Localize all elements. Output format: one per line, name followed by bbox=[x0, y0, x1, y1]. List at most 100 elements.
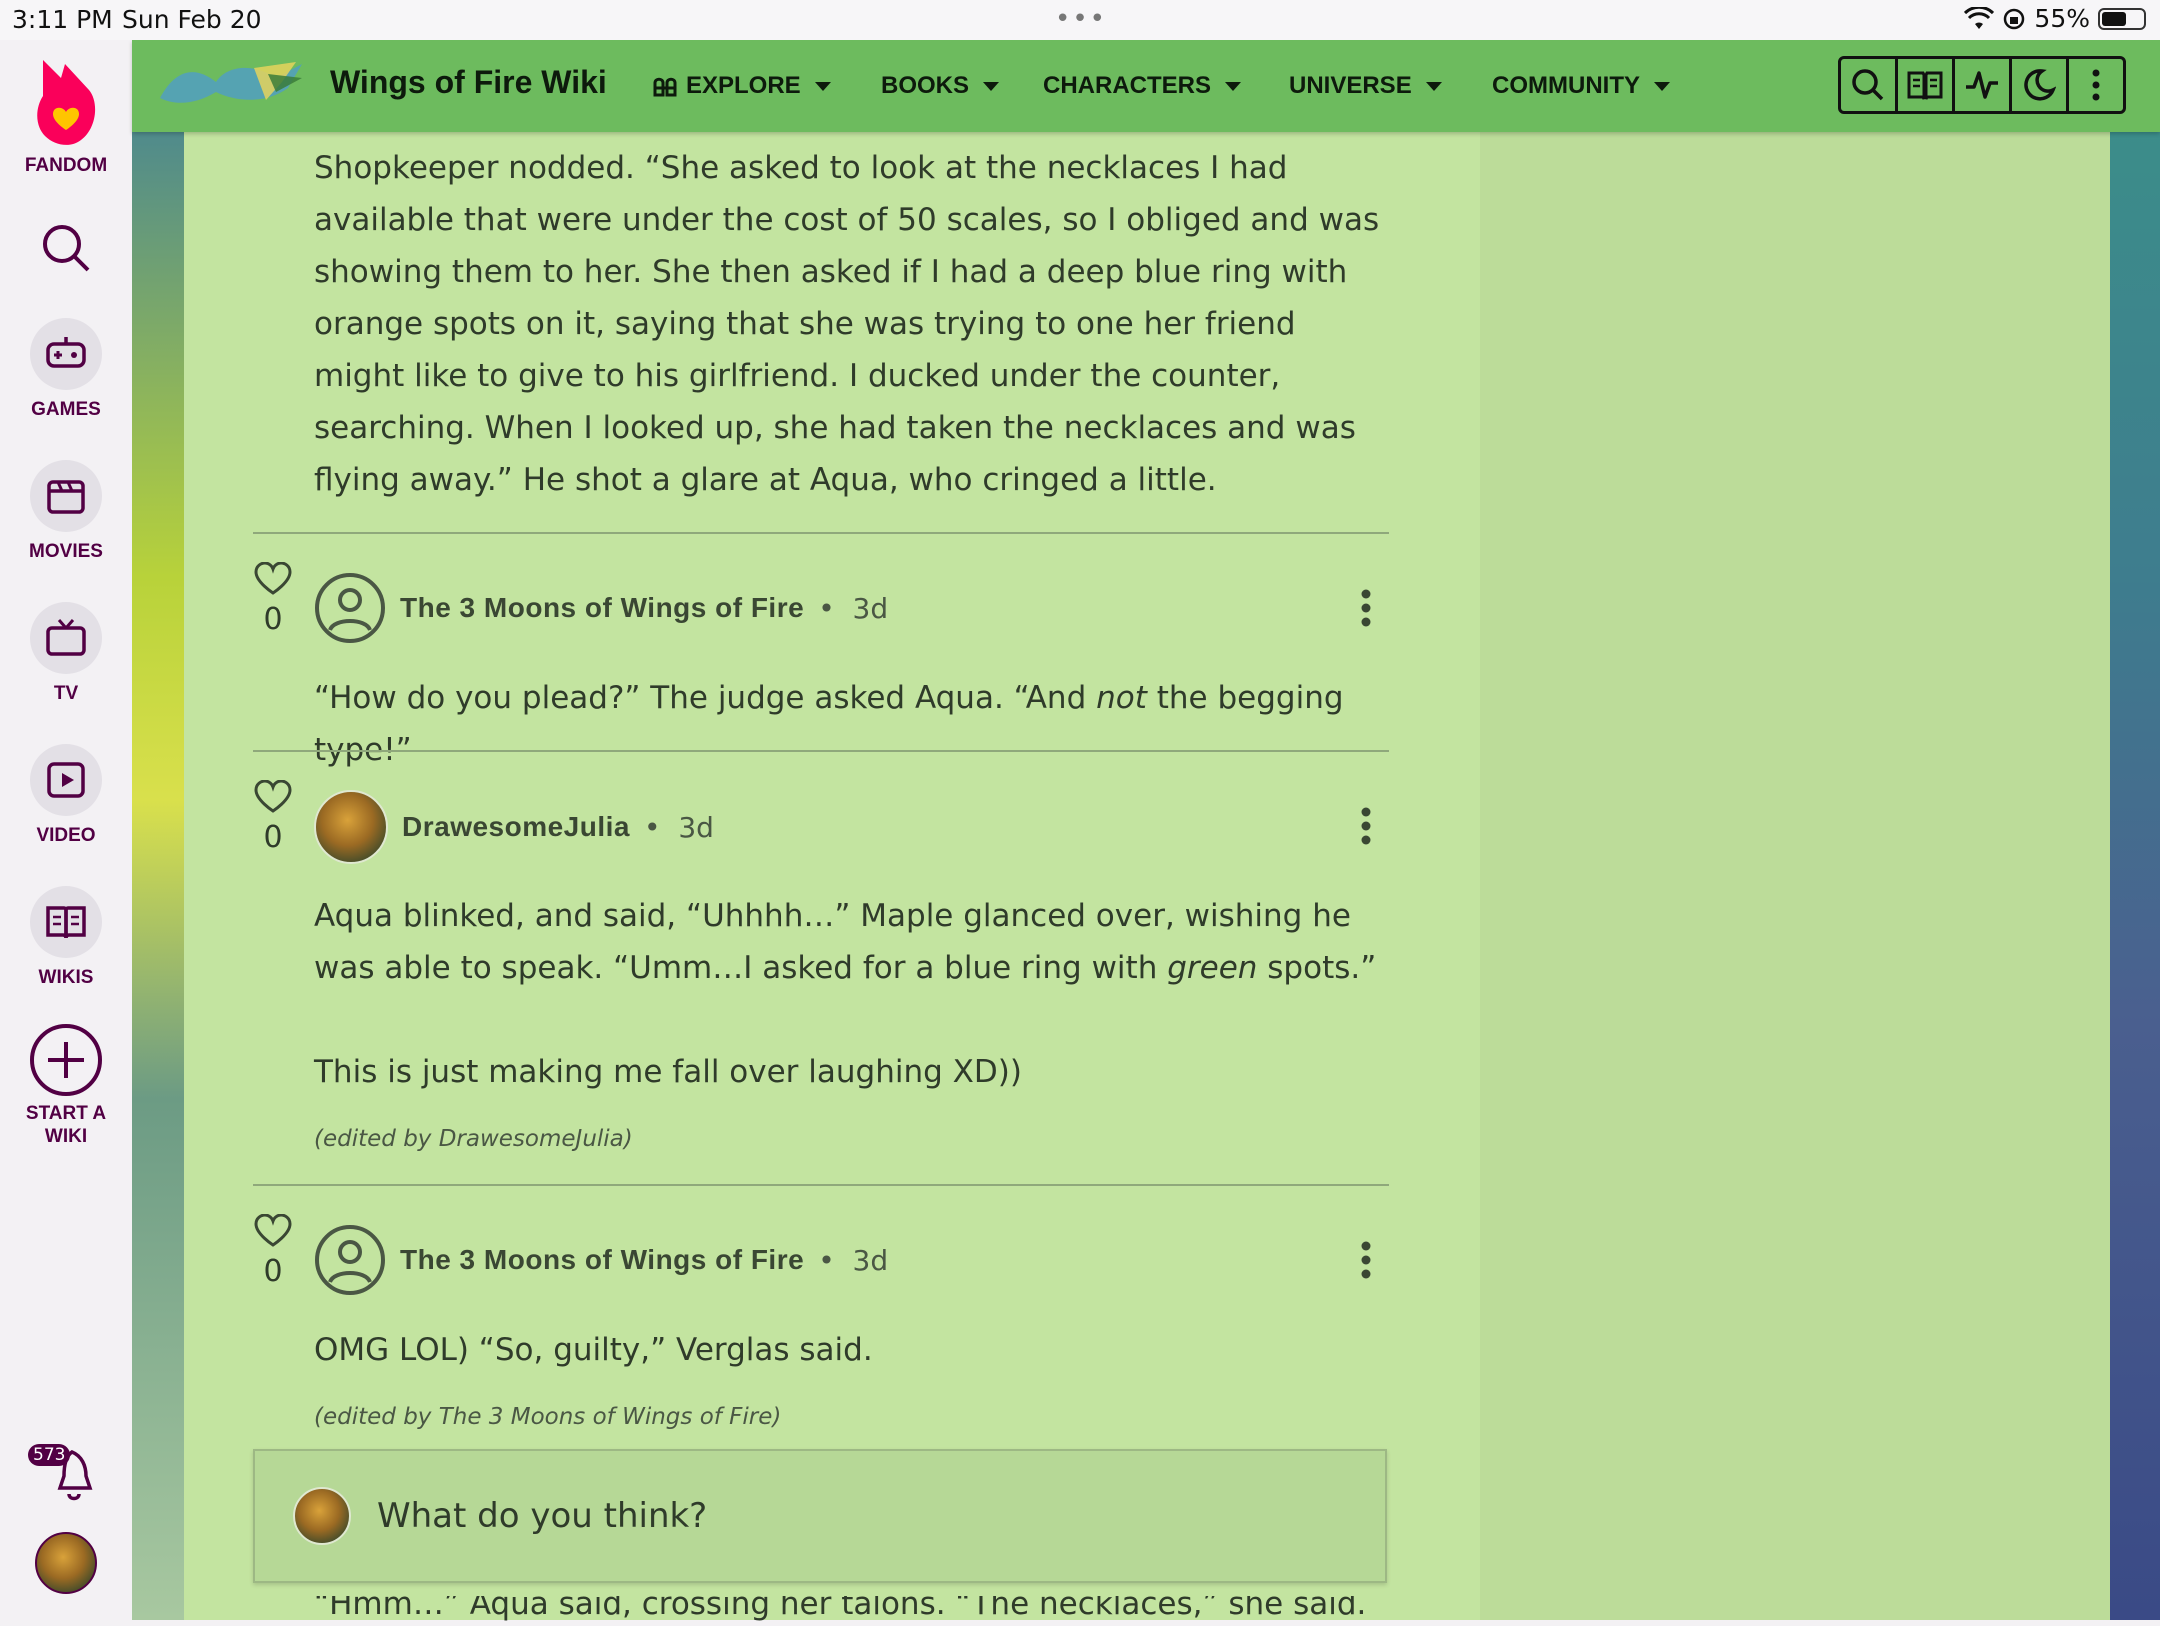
notifications-button[interactable]: 573 bbox=[0, 1438, 132, 1510]
rail-label-start-wiki: START A WIKI bbox=[25, 1103, 107, 1147]
author-name[interactable]: DrawesomeJulia bbox=[402, 811, 630, 843]
chevron-down-icon bbox=[1653, 81, 1670, 91]
edited-note: (edited by The 3 Moons of Wings of Fire) bbox=[314, 1404, 782, 1430]
nav-community-label: COMMUNITY bbox=[1492, 72, 1640, 99]
fandom-logo[interactable]: FANDOM bbox=[0, 56, 132, 177]
rail-item-movies[interactable]: MOVIES bbox=[0, 460, 132, 563]
header-theme-button[interactable] bbox=[2009, 56, 2069, 114]
post-time: 3d bbox=[678, 810, 714, 844]
heart-icon bbox=[254, 1213, 292, 1247]
post-time: 3d bbox=[852, 1243, 889, 1277]
right-rail bbox=[1480, 132, 2110, 1620]
background-art-left bbox=[132, 130, 184, 1620]
rail-item-video[interactable]: VIDEO bbox=[0, 744, 132, 847]
nav-universe[interactable]: UNIVERSE bbox=[1289, 72, 1442, 100]
reply-divider bbox=[253, 750, 1389, 752]
fandom-flame-icon bbox=[37, 60, 96, 145]
nav-community[interactable]: COMMUNITY bbox=[1492, 72, 1670, 100]
user-placeholder-icon[interactable] bbox=[314, 572, 386, 644]
reply-body: “How do you plead?” The judge asked Aqua… bbox=[314, 680, 1344, 768]
orientation-lock-icon bbox=[2004, 8, 2025, 29]
reply-divider bbox=[253, 532, 1389, 534]
reply-placeholder: What do you think? bbox=[377, 1496, 708, 1536]
reply-author: The 3 Moons of Wings of Fire • 3d bbox=[314, 1224, 888, 1296]
like-count: 0 bbox=[263, 1254, 283, 1289]
like-button[interactable]: 0 bbox=[253, 1213, 293, 1289]
fandom-global-nav: FANDOM GAMES MOVIES TV VIDEO WIKIS START… bbox=[0, 40, 132, 1620]
status-time: 3:11 PM bbox=[12, 5, 113, 34]
header-wiki-content-button[interactable] bbox=[1895, 56, 1955, 114]
status-indicators: 55% bbox=[1964, 4, 2146, 33]
rail-label-video: VIDEO bbox=[36, 825, 96, 846]
reply-input[interactable]: What do you think? bbox=[253, 1449, 1387, 1583]
plus-circle-icon bbox=[30, 1024, 102, 1096]
wiki-header: Wings of Fire Wiki EXPLORE BOOKS CHARACT… bbox=[132, 40, 2160, 132]
nav-books[interactable]: BOOKS bbox=[881, 72, 1000, 100]
reply-author: The 3 Moons of Wings of Fire • 3d bbox=[314, 572, 888, 644]
user-avatar-button[interactable] bbox=[0, 1532, 132, 1594]
chevron-down-icon bbox=[814, 81, 831, 91]
user-placeholder-icon[interactable] bbox=[314, 1224, 386, 1296]
reply-divider bbox=[253, 1184, 1389, 1186]
chevron-down-icon bbox=[983, 81, 1000, 91]
more-icon bbox=[2092, 69, 2100, 101]
rail-label-movies: MOVIES bbox=[29, 541, 103, 562]
book-icon bbox=[46, 906, 86, 939]
moon-icon bbox=[2024, 69, 2056, 101]
reply-body-extra: This is just making me fall over laughin… bbox=[314, 1054, 1022, 1090]
status-bar: 3:11 PM Sun Feb 20 ••• 55% bbox=[0, 0, 2160, 40]
multitasking-dots-icon[interactable]: ••• bbox=[1055, 4, 1107, 34]
more-options-icon[interactable] bbox=[1358, 1240, 1374, 1280]
more-options-icon[interactable] bbox=[1358, 588, 1374, 628]
background-art-right bbox=[2110, 130, 2160, 1620]
search-icon bbox=[1852, 69, 1884, 101]
notifications-count-badge: 573 bbox=[28, 1444, 71, 1466]
fandom-logo-label: FANDOM bbox=[24, 155, 108, 176]
author-name[interactable]: The 3 Moons of Wings of Fire bbox=[400, 592, 804, 624]
like-button[interactable]: 0 bbox=[253, 779, 293, 855]
wiki-logo[interactable] bbox=[156, 58, 306, 110]
header-activity-button[interactable] bbox=[1952, 56, 2012, 114]
rail-label-games: GAMES bbox=[31, 399, 101, 420]
status-date: Sun Feb 20 bbox=[122, 5, 262, 34]
author-name[interactable]: The 3 Moons of Wings of Fire bbox=[400, 1244, 804, 1276]
wiki-title[interactable]: Wings of Fire Wiki bbox=[330, 64, 607, 101]
reply-body: OMG LOL) “So, guilty,” Verglas said. bbox=[314, 1332, 873, 1368]
rail-item-wikis[interactable]: WIKIS bbox=[0, 886, 132, 989]
like-button[interactable]: 0 bbox=[253, 561, 293, 637]
battery-percent: 55% bbox=[2034, 4, 2090, 33]
start-a-wiki-button[interactable]: START A WIKI bbox=[0, 1022, 132, 1148]
rail-search[interactable] bbox=[0, 222, 132, 278]
rail-label-wikis: WIKIS bbox=[38, 967, 94, 988]
battery-icon bbox=[2098, 7, 2146, 30]
like-count: 0 bbox=[263, 602, 283, 637]
tv-icon bbox=[46, 619, 86, 656]
explore-icon bbox=[653, 77, 677, 97]
rail-item-games[interactable]: GAMES bbox=[0, 318, 132, 421]
heart-icon bbox=[254, 561, 292, 595]
reply-body: Aqua blinked, and said, “Uhhhh…” Maple g… bbox=[314, 898, 1377, 986]
nav-explore[interactable]: EXPLORE bbox=[652, 72, 831, 100]
search-icon bbox=[43, 225, 90, 272]
edited-note: (edited by DrawesomeJulia) bbox=[314, 1126, 633, 1152]
author-avatar[interactable] bbox=[314, 790, 388, 864]
more-options-icon[interactable] bbox=[1358, 806, 1374, 846]
header-search-button[interactable] bbox=[1838, 56, 1898, 114]
nav-books-label: BOOKS bbox=[881, 72, 970, 99]
nav-characters[interactable]: CHARACTERS bbox=[1043, 72, 1241, 100]
gamepad-icon bbox=[46, 337, 86, 368]
current-user-avatar bbox=[293, 1487, 351, 1545]
reply-author: DrawesomeJulia • 3d bbox=[314, 790, 714, 864]
nav-universe-label: UNIVERSE bbox=[1289, 72, 1412, 99]
next-comment-cutoff: “Hmm…” Aqua said, crossing her talons. “… bbox=[314, 1596, 1367, 1622]
heart-icon bbox=[254, 779, 292, 813]
comment-body-top: Shopkeeper nodded. “She asked to look at… bbox=[314, 150, 1380, 498]
clapperboard-icon bbox=[47, 480, 85, 514]
rail-item-tv[interactable]: TV bbox=[0, 602, 132, 705]
header-more-button[interactable] bbox=[2066, 56, 2126, 114]
activity-icon bbox=[1966, 71, 1998, 99]
user-avatar bbox=[35, 1532, 97, 1594]
play-icon bbox=[47, 762, 85, 798]
chevron-down-icon bbox=[1225, 81, 1241, 91]
like-count: 0 bbox=[263, 820, 283, 855]
